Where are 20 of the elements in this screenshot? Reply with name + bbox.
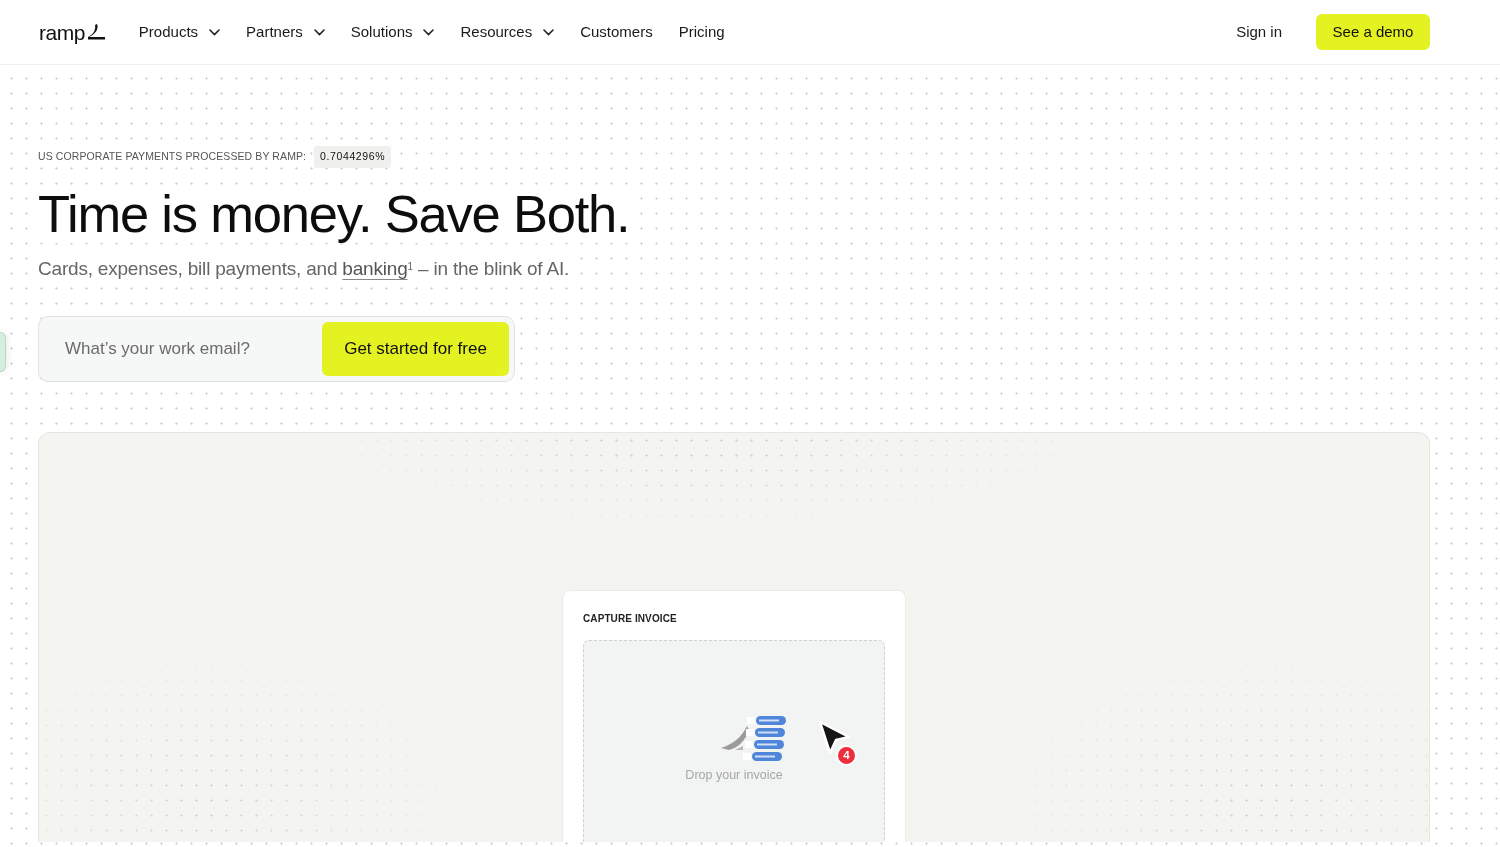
invoice-files-illustration [719, 715, 787, 764]
stat-value: 0.7044296% [314, 146, 392, 168]
count-badge: 4 [836, 744, 857, 766]
nav-link[interactable]: Pricing [678, 20, 725, 44]
card-title: CAPTURE INVOICE [583, 611, 678, 626]
banking-link[interactable]: banking [342, 257, 408, 279]
logo-mark-icon [87, 23, 106, 40]
drop-zone[interactable]: Drop your invoice 4 [583, 639, 885, 842]
nav-link[interactable]: Customers [580, 20, 653, 44]
drop-hint: Drop your invoice [684, 766, 784, 784]
ramp-logo[interactable]: ramp [39, 21, 106, 43]
get-started-button[interactable]: Get started for free [322, 321, 509, 376]
hero-subtitle: Cards, expenses, bill payments, and banking$^{1}$ – in the blink of AI. [38, 256, 570, 282]
nav-menu-button[interactable]: Resources [460, 20, 555, 44]
see-demo-button[interactable]: See a demo [1316, 14, 1430, 50]
nav-menu-button[interactable]: Products [138, 20, 221, 44]
sign-in-link[interactable]: Sign in [1236, 20, 1282, 44]
nav-menu-button[interactable]: Partners [246, 20, 325, 44]
email-input[interactable]: What’s your work email? [44, 335, 314, 362]
nav-menu-button[interactable]: Solutions [350, 20, 435, 44]
